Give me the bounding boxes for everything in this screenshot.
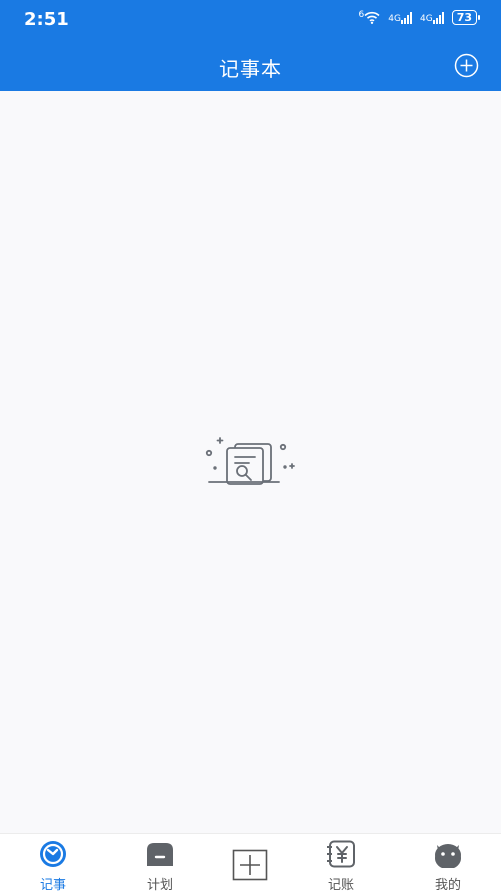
clock-icon [40, 841, 66, 867]
tab-accounting[interactable]: 记账 [311, 840, 371, 893]
page-title: 记事本 [219, 57, 282, 81]
status-time: 2:51 [24, 9, 69, 30]
bottom-tab-bar: 记事 计划 记账 我的 [0, 833, 501, 896]
profile-face-icon [435, 844, 461, 868]
network-type-2: 4G [419, 13, 433, 24]
tab-label-notes: 记事 [39, 878, 66, 893]
tab-add[interactable] [220, 840, 280, 881]
tab-label-accounting: 记账 [327, 878, 354, 893]
add-square-icon [232, 849, 268, 881]
network-type-1: 4G [388, 13, 401, 24]
tab-notes[interactable]: 记事 [23, 840, 83, 893]
empty-document-search-icon [205, 437, 295, 485]
tab-plan[interactable]: 计划 [130, 840, 190, 893]
plan-icon [147, 843, 173, 866]
wifi-badge: 6 [358, 10, 365, 20]
tab-profile[interactable]: 我的 [418, 840, 478, 893]
signal-icon-2: 4G [419, 11, 444, 24]
title-bar: 记事本 [0, 40, 501, 91]
battery-icon: 73 [451, 10, 481, 25]
wifi-icon: 6 [359, 11, 381, 24]
yuan-notebook-icon [327, 840, 355, 868]
plus-circle-icon[interactable] [454, 53, 479, 78]
status-bar: 2:51 6 4G 4G 73 [0, 0, 501, 40]
signal-icon-1: 4G [388, 11, 412, 24]
tab-label-plan: 计划 [146, 878, 173, 893]
status-icons: 6 4G 4G 73 [359, 10, 481, 25]
tab-label-profile: 我的 [434, 878, 461, 893]
